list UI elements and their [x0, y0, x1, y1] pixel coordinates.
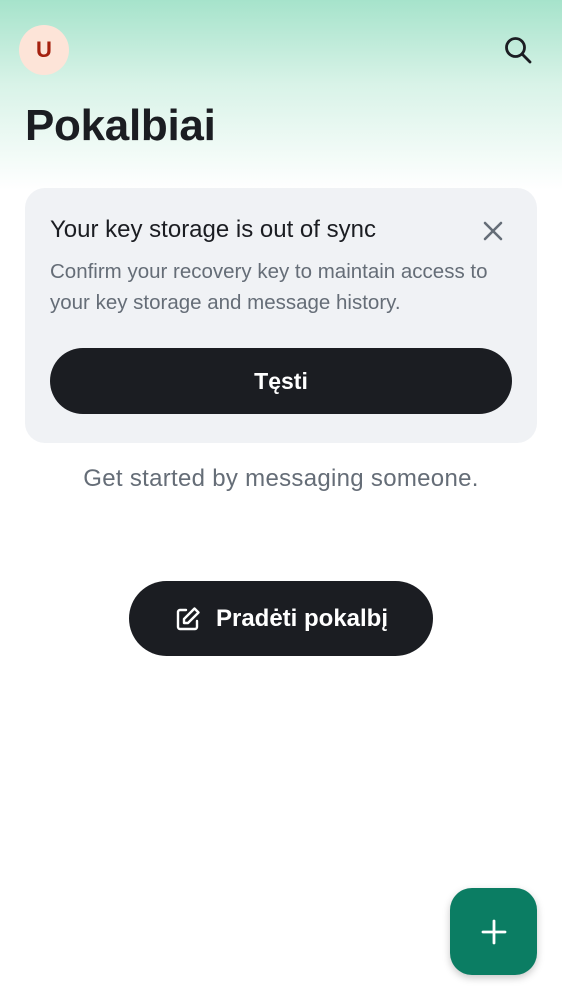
banner-close-button[interactable] [477, 215, 509, 247]
start-chat-label: Pradėti pokalbį [215, 604, 389, 632]
key-storage-banner: Your key storage is out of sync Confirm … [25, 188, 537, 443]
banner-description: Confirm your recovery key to maintain ac… [50, 260, 488, 314]
search-button[interactable] [496, 28, 540, 72]
header-gradient [0, 0, 562, 190]
start-chat-button[interactable]: Pradėti pokalbį [129, 581, 433, 656]
chats-screen: U Pokalbiai Your key storage is out of s… [0, 0, 562, 1000]
user-avatar[interactable]: U [19, 25, 69, 75]
avatar-initial: U [36, 37, 52, 62]
search-icon [505, 37, 532, 64]
compose-icon [174, 605, 202, 633]
empty-state-message: Get started by messaging someone. [83, 465, 479, 492]
plus-icon [481, 919, 506, 944]
page-title: Pokalbiai [25, 101, 216, 150]
close-icon [483, 221, 503, 241]
banner-title: Your key storage is out of sync [50, 216, 376, 243]
continue-button[interactable]: Tęsti [50, 348, 512, 414]
continue-button-label: Tęsti [254, 367, 308, 394]
new-chat-fab[interactable] [450, 888, 537, 975]
